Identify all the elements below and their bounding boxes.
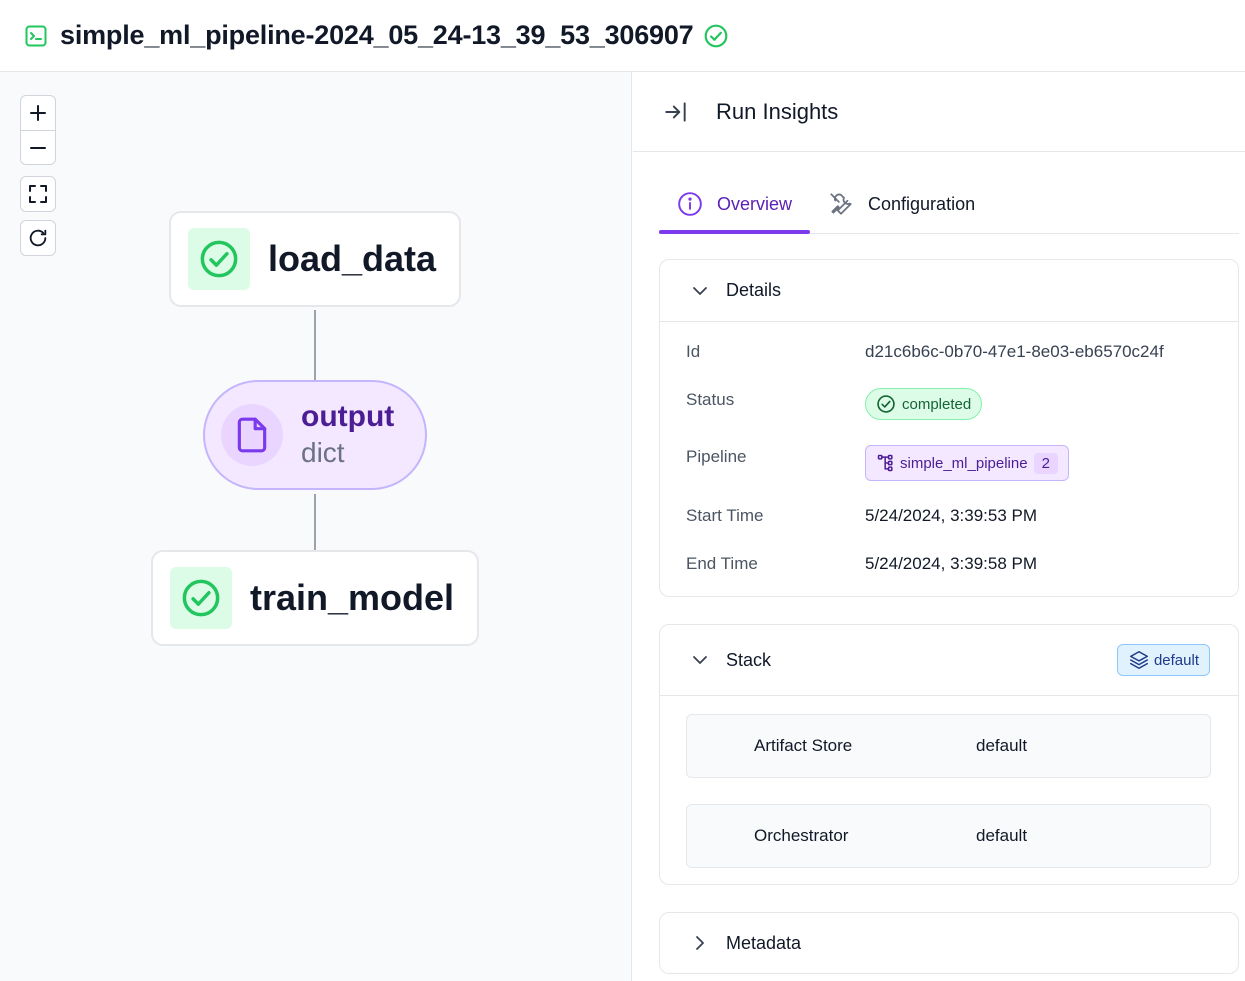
metadata-card: Metadata xyxy=(659,912,1239,974)
check-circle-icon xyxy=(182,579,220,617)
stack-component-orchestrator[interactable]: Orchestrator default xyxy=(686,804,1211,868)
detail-label: End Time xyxy=(686,554,758,573)
artifact-badge xyxy=(221,404,283,466)
zoom-out-button[interactable] xyxy=(21,130,55,164)
artifact-type: dict xyxy=(301,436,345,468)
dag-canvas[interactable]: load_data output dict train_model xyxy=(0,72,632,981)
refresh-button[interactable] xyxy=(21,221,55,255)
stack-layers-icon xyxy=(1128,649,1150,671)
run-header: simple_ml_pipeline-2024_05_24-13_39_53_3… xyxy=(0,0,1245,72)
stack-title: Stack xyxy=(726,649,772,670)
artifact-text: output dict xyxy=(301,399,394,471)
fit-view-control xyxy=(20,176,56,212)
component-value: default xyxy=(976,736,1028,755)
stack-card: Stack default Artifact Store default Orc… xyxy=(659,624,1239,885)
fit-view-icon xyxy=(29,185,47,203)
artifact-node-output[interactable]: output dict xyxy=(203,380,427,490)
zoom-in-button[interactable] xyxy=(21,96,55,130)
terminal-icon xyxy=(24,24,48,48)
pipeline-icon xyxy=(876,453,896,473)
refresh-control xyxy=(20,220,56,256)
info-icon xyxy=(677,191,703,217)
refresh-icon xyxy=(29,229,47,247)
metadata-title: Metadata xyxy=(726,932,802,953)
pipeline-version-badge: 2 xyxy=(1033,452,1058,474)
step-node-label: load_data xyxy=(268,238,437,279)
step-node-label: train_model xyxy=(250,577,455,618)
chevron-right-icon xyxy=(690,933,710,953)
status-badge: completed xyxy=(865,388,983,420)
component-value: default xyxy=(976,826,1028,845)
tab-overview[interactable]: Overview xyxy=(659,175,811,234)
component-label: Orchestrator xyxy=(754,826,849,845)
status-badge-wrap: completed xyxy=(865,388,983,420)
metadata-card-header[interactable]: Metadata xyxy=(660,913,1238,973)
details-card: Details Id d21c6b6c-0b70-47e1-8e03-eb657… xyxy=(659,259,1239,597)
collapse-panel-icon[interactable] xyxy=(663,99,689,125)
artifact-name: output xyxy=(301,399,395,433)
check-circle-icon xyxy=(703,23,729,49)
minus-icon xyxy=(30,146,46,149)
step-status-badge xyxy=(170,567,232,629)
panel-title: Run Insights xyxy=(716,98,839,124)
pipeline-name: simple_ml_pipeline xyxy=(900,454,1028,472)
stack-card-header[interactable]: Stack default xyxy=(660,625,1238,696)
check-circle-icon xyxy=(200,240,238,278)
panel-header: Run Insights xyxy=(633,72,1245,152)
step-node-load-data[interactable]: load_data xyxy=(169,211,461,307)
detail-label: Status xyxy=(686,390,735,409)
details-card-header[interactable]: Details xyxy=(660,260,1238,322)
tab-configuration[interactable]: Configuration xyxy=(810,175,993,233)
run-id-value: d21c6b6c-0b70-47e1-8e03-eb6570c24f xyxy=(865,342,1164,361)
plus-icon xyxy=(30,105,46,121)
tools-icon xyxy=(828,191,854,217)
detail-label: Pipeline xyxy=(686,447,747,466)
end-time-value: 5/24/2024, 3:39:58 PM xyxy=(865,554,1038,573)
component-label: Artifact Store xyxy=(754,736,853,755)
file-icon xyxy=(237,417,267,453)
tab-label: Configuration xyxy=(868,193,976,214)
step-status-badge xyxy=(188,228,250,290)
run-title: simple_ml_pipeline-2024_05_24-13_39_53_3… xyxy=(60,20,694,50)
start-time-value: 5/24/2024, 3:39:53 PM xyxy=(865,506,1038,525)
fit-view-button[interactable] xyxy=(21,177,55,211)
dag-edge xyxy=(314,310,316,380)
check-circle-icon xyxy=(876,394,896,414)
tab-label: Overview xyxy=(717,193,793,214)
pipeline-badge-wrap: simple_ml_pipeline 2 xyxy=(865,445,1069,481)
detail-label: Start Time xyxy=(686,506,764,525)
stack-badge-label: default xyxy=(1153,651,1199,669)
status-text: completed xyxy=(902,395,972,413)
zoom-controls xyxy=(20,95,56,165)
panel-tabs: Overview Configuration xyxy=(659,176,1239,234)
chevron-down-icon xyxy=(690,650,710,670)
step-node-train-model[interactable]: train_model xyxy=(151,550,479,646)
details-title: Details xyxy=(726,280,782,300)
stack-component-artifact-store[interactable]: Artifact Store default xyxy=(686,714,1211,778)
chevron-down-icon xyxy=(690,281,710,301)
run-insights-panel: Run Insights Overview Configuration Deta… xyxy=(633,72,1245,981)
pipeline-link[interactable]: simple_ml_pipeline 2 xyxy=(865,445,1069,481)
detail-label: Id xyxy=(686,342,701,361)
stack-badge[interactable]: default xyxy=(1116,644,1210,676)
dag-edge xyxy=(314,494,316,550)
